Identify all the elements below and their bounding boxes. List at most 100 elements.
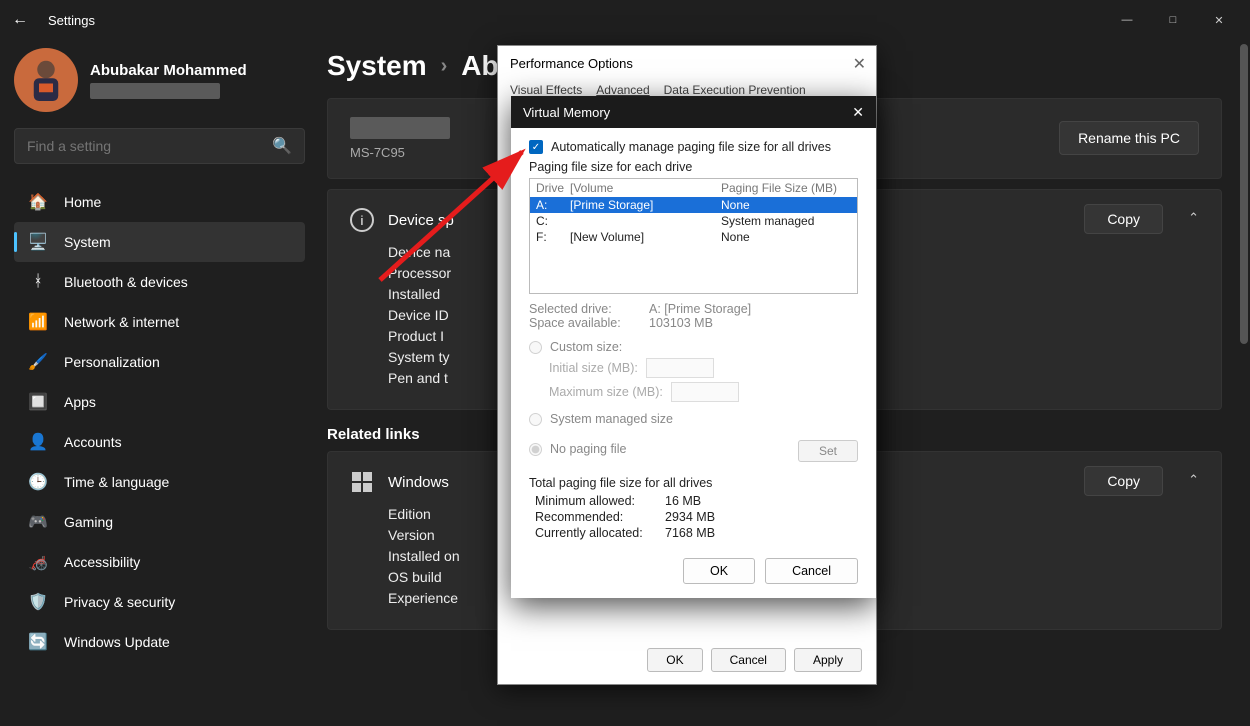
scrollbar-thumb[interactable] [1240, 44, 1248, 344]
sidebar-item-network-internet[interactable]: 📶Network & internet [14, 302, 305, 342]
sidebar-item-bluetooth-devices[interactable]: ᚼ Bluetooth & devices [14, 262, 305, 302]
space-available-value: 103103 MB [649, 316, 713, 330]
auto-manage-checkbox[interactable]: ✓ Automatically manage paging file size … [529, 140, 858, 154]
total-key: Currently allocated: [535, 526, 665, 540]
nav-icon: ᚼ [26, 273, 50, 291]
nav-label: System [64, 234, 111, 250]
set-button[interactable]: Set [798, 440, 858, 462]
close-icon[interactable]: ✕ [852, 104, 864, 121]
close-icon[interactable]: ✕ [1196, 4, 1242, 36]
chevron-up-icon[interactable]: ⌃ [1188, 210, 1199, 226]
total-key: Minimum allowed: [535, 494, 665, 508]
perf-dialog-title: Performance Options [498, 46, 876, 81]
drive-row[interactable]: C:System managed [530, 213, 857, 229]
custom-size-radio[interactable] [529, 341, 542, 354]
sidebar: Abubakar Mohammed 🔍 🏠 Home 🖥️ System ᚼ Blueto… [0, 40, 315, 726]
nav-label: Personalization [64, 354, 160, 370]
maximize-icon[interactable]: □ [1150, 4, 1196, 36]
search-box[interactable]: 🔍 [14, 128, 305, 164]
col-size: Paging File Size (MB) [721, 181, 851, 195]
nav-icon: 🏠 [26, 192, 50, 212]
pc-name-redacted [350, 117, 450, 139]
cancel-button[interactable]: Cancel [765, 558, 858, 584]
sidebar-item-time-language[interactable]: 🕒 Time & language [14, 462, 305, 502]
system-managed-label: System managed size [550, 412, 673, 426]
windows-icon [350, 470, 374, 494]
sidebar-item-privacy-security[interactable]: 🛡️ Privacy & security [14, 582, 305, 622]
initial-size-label: Initial size (MB): [549, 361, 638, 375]
cancel-button[interactable]: Cancel [711, 648, 786, 672]
chevron-right-icon: › [441, 55, 448, 78]
profile-email-redacted [90, 83, 220, 99]
ok-button[interactable]: OK [683, 558, 755, 584]
nav-label: Windows Update [64, 634, 170, 650]
window-titlebar: ← Settings — □ ✕ [0, 0, 1250, 40]
drive-row[interactable]: A:[Prime Storage]None [530, 197, 857, 213]
sidebar-item-accessibility[interactable]: 🦽 Accessibility [14, 542, 305, 582]
rename-pc-button[interactable]: Rename this PC [1059, 121, 1199, 155]
paging-group-label: Paging file size for each drive [529, 160, 858, 174]
selected-drive-label: Selected drive: [529, 302, 649, 316]
copy-button-windows[interactable]: Copy [1084, 466, 1163, 496]
search-input[interactable] [27, 138, 272, 154]
nav-icon: 🔲 [26, 392, 50, 412]
nav-icon: 🖥️ [26, 232, 50, 252]
nav-label: Home [64, 194, 101, 210]
breadcrumb-root[interactable]: System [327, 50, 427, 82]
info-icon: i [350, 208, 374, 232]
nav-label: Privacy & security [64, 594, 175, 610]
ok-button[interactable]: OK [647, 648, 702, 672]
auto-manage-label: Automatically manage paging file size fo… [551, 140, 831, 154]
nav-label: Accessibility [64, 554, 140, 570]
total-value: 7168 MB [665, 526, 715, 540]
copy-button[interactable]: Copy [1084, 204, 1163, 234]
profile-name: Abubakar Mohammed [90, 62, 247, 79]
total-value: 16 MB [665, 494, 701, 508]
sidebar-item-system[interactable]: 🖥️ System [14, 222, 305, 262]
maximum-size-input[interactable] [671, 382, 739, 402]
chevron-up-icon[interactable]: ⌃ [1188, 472, 1199, 488]
checkbox-checked-icon: ✓ [529, 140, 543, 154]
drive-row[interactable]: F:[New Volume]None [530, 229, 857, 245]
nav-label: Network & internet [64, 314, 179, 330]
nav-label: Accounts [64, 434, 122, 450]
space-available-label: Space available: [529, 316, 649, 330]
nav-label: Time & language [64, 474, 169, 490]
system-managed-radio[interactable] [529, 413, 542, 426]
nav-icon: 🦽 [26, 552, 50, 572]
avatar [14, 48, 78, 112]
total-key: Recommended: [535, 510, 665, 524]
close-icon[interactable]: ✕ [853, 54, 866, 74]
sidebar-item-windows-update[interactable]: 🔄Windows Update [14, 622, 305, 662]
sidebar-item-personalization[interactable]: 🖌️ Personalization [14, 342, 305, 382]
apply-button[interactable]: Apply [794, 648, 862, 672]
search-icon: 🔍 [272, 136, 292, 156]
sidebar-item-home[interactable]: 🏠 Home [14, 182, 305, 222]
drive-list[interactable]: Drive [Volume Paging File Size (MB) A:[P… [529, 178, 858, 294]
sidebar-item-gaming[interactable]: 🎮Gaming [14, 502, 305, 542]
nav-label: Bluetooth & devices [64, 274, 188, 290]
breadcrumb-page: Ab [461, 50, 498, 82]
nav-icon: 🛡️ [26, 592, 50, 612]
col-volume: [Volume [570, 181, 721, 195]
virtual-memory-dialog: Virtual Memory ✕ ✓ Automatically manage … [511, 96, 876, 598]
nav-label: Apps [64, 394, 96, 410]
nav-icon: 🕒 [26, 472, 50, 492]
col-drive: Drive [536, 181, 570, 195]
no-paging-label: No paging file [550, 442, 626, 456]
total-value: 2934 MB [665, 510, 715, 524]
nav-icon: 👤 [26, 432, 50, 452]
minimize-icon[interactable]: — [1104, 4, 1150, 36]
sidebar-item-apps[interactable]: 🔲 Apps [14, 382, 305, 422]
windows-spec-title: Windows [388, 474, 449, 491]
total-title: Total paging file size for all drives [529, 476, 858, 490]
initial-size-input[interactable] [646, 358, 714, 378]
nav-icon: 🖌️ [26, 352, 50, 372]
maximum-size-label: Maximum size (MB): [549, 385, 663, 399]
app-title: Settings [48, 13, 95, 28]
sidebar-item-accounts[interactable]: 👤 Accounts [14, 422, 305, 462]
profile-block[interactable]: Abubakar Mohammed [14, 48, 305, 112]
nav-icon: 🎮 [26, 512, 50, 532]
no-paging-radio[interactable] [529, 443, 542, 456]
back-button[interactable]: ← [8, 11, 32, 29]
